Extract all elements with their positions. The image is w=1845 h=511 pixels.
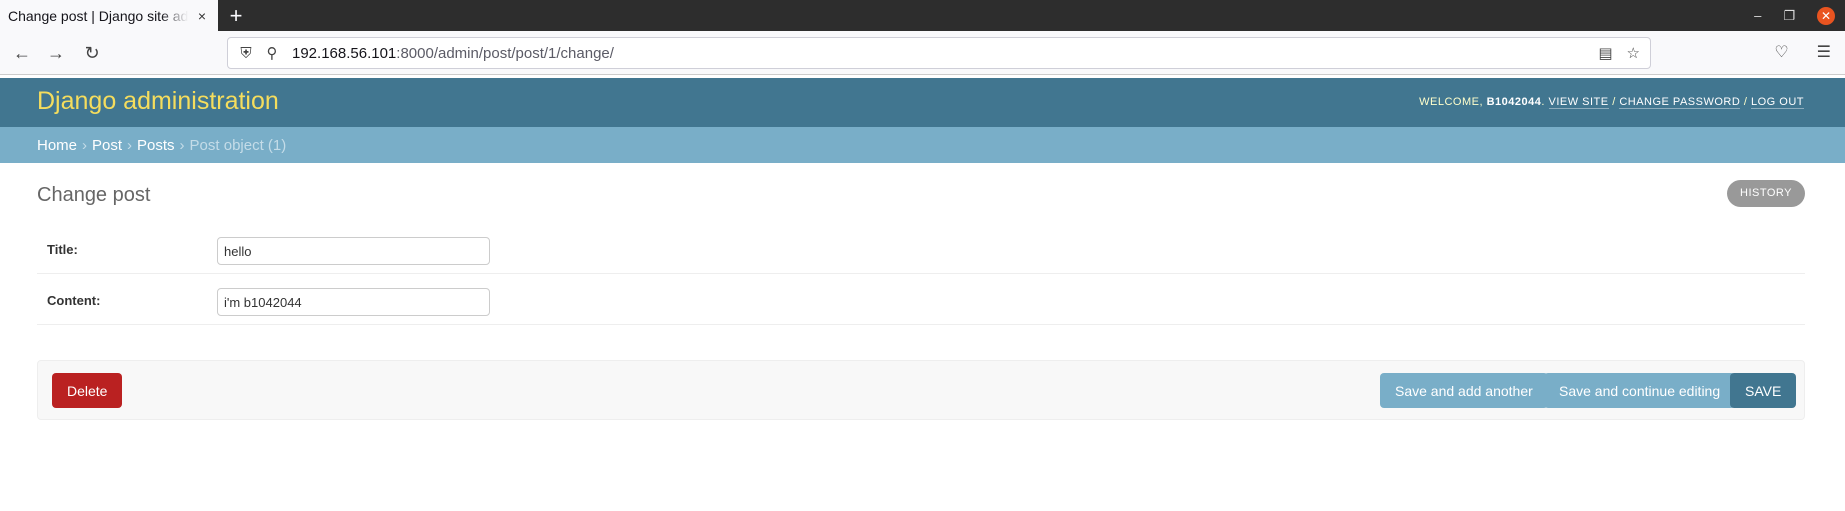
delete-button[interactable]: Delete xyxy=(52,373,123,408)
forward-icon[interactable]: → xyxy=(44,41,68,65)
site-header: Django administration Welcome, B1042044.… xyxy=(0,78,1845,127)
save-button[interactable]: SAVE xyxy=(1730,373,1797,408)
title-label: Title: xyxy=(47,242,78,257)
breadcrumb-separator: › xyxy=(82,136,88,154)
user-tools: Welcome, B1042044. View site / Change pa… xyxy=(1419,96,1804,109)
back-icon[interactable]: ← xyxy=(10,41,34,65)
url-path: :8000/admin/post/post/1/change/ xyxy=(396,44,614,62)
welcome-text: Welcome, xyxy=(1419,96,1484,108)
tab-close-icon[interactable]: × xyxy=(194,8,210,24)
browser-nav-bar: ← → ↻ ⛨ ⚲ 192.168.56.101:8000/admin/post… xyxy=(0,31,1845,75)
change-password-link[interactable]: Change password xyxy=(1619,96,1741,109)
reader-view-icon[interactable]: ▤ xyxy=(1598,44,1612,62)
submit-row: Delete Save and add another Save and con… xyxy=(37,360,1805,420)
tab-title: Change post | Django site ad xyxy=(8,7,188,24)
form-row-title: Title: xyxy=(37,223,1805,274)
browser-tab-bar: Change post | Django site ad × + – ❐ ✕ xyxy=(0,0,1845,31)
menu-icon[interactable]: ☰ xyxy=(1817,42,1831,62)
bookmark-star-icon[interactable]: ☆ xyxy=(1627,44,1640,62)
close-window-icon[interactable]: ✕ xyxy=(1817,6,1835,25)
breadcrumb-separator: › xyxy=(127,136,133,154)
minimize-icon[interactable]: – xyxy=(1754,8,1761,23)
breadcrumb: Home › Post › Posts › Post object (1) xyxy=(0,127,1845,163)
form-row-content: Content: xyxy=(37,274,1805,325)
window-controls: – ❐ ✕ xyxy=(1754,0,1835,31)
content-input[interactable] xyxy=(217,288,490,316)
separator: / xyxy=(1612,96,1616,108)
page-title: Change post xyxy=(37,184,151,206)
username: B1042044 xyxy=(1486,96,1542,108)
title-input[interactable] xyxy=(217,237,490,265)
content-label: Content: xyxy=(47,293,101,308)
save-and-add-another-button[interactable]: Save and add another xyxy=(1380,373,1548,408)
breadcrumb-separator: › xyxy=(179,136,185,154)
restore-icon[interactable]: ❐ xyxy=(1783,8,1795,24)
shield-icon[interactable]: ⛨ xyxy=(238,45,254,62)
pocket-icon[interactable]: ♡ xyxy=(1774,42,1788,62)
breadcrumb-model[interactable]: Posts xyxy=(137,137,175,154)
lock-icon[interactable]: ⚲ xyxy=(264,44,280,62)
log-out-link[interactable]: Log out xyxy=(1750,96,1804,109)
separator: / xyxy=(1743,96,1748,108)
address-bar[interactable]: ⛨ ⚲ 192.168.56.101:8000/admin/post/post/… xyxy=(227,37,1651,69)
view-site-link[interactable]: View site xyxy=(1548,96,1609,109)
browser-tab[interactable]: Change post | Django site ad × xyxy=(0,0,218,31)
breadcrumb-home[interactable]: Home xyxy=(37,137,77,154)
new-tab-icon[interactable]: + xyxy=(218,0,254,31)
breadcrumb-app[interactable]: Post xyxy=(92,137,122,154)
reload-icon[interactable]: ↻ xyxy=(80,41,104,65)
save-and-continue-button[interactable]: Save and continue editing xyxy=(1544,373,1736,408)
url-host: 192.168.56.101 xyxy=(292,44,397,62)
site-branding[interactable]: Django administration xyxy=(37,87,279,116)
breadcrumb-current: Post object (1) xyxy=(189,136,287,154)
history-button[interactable]: HISTORY xyxy=(1727,180,1805,207)
